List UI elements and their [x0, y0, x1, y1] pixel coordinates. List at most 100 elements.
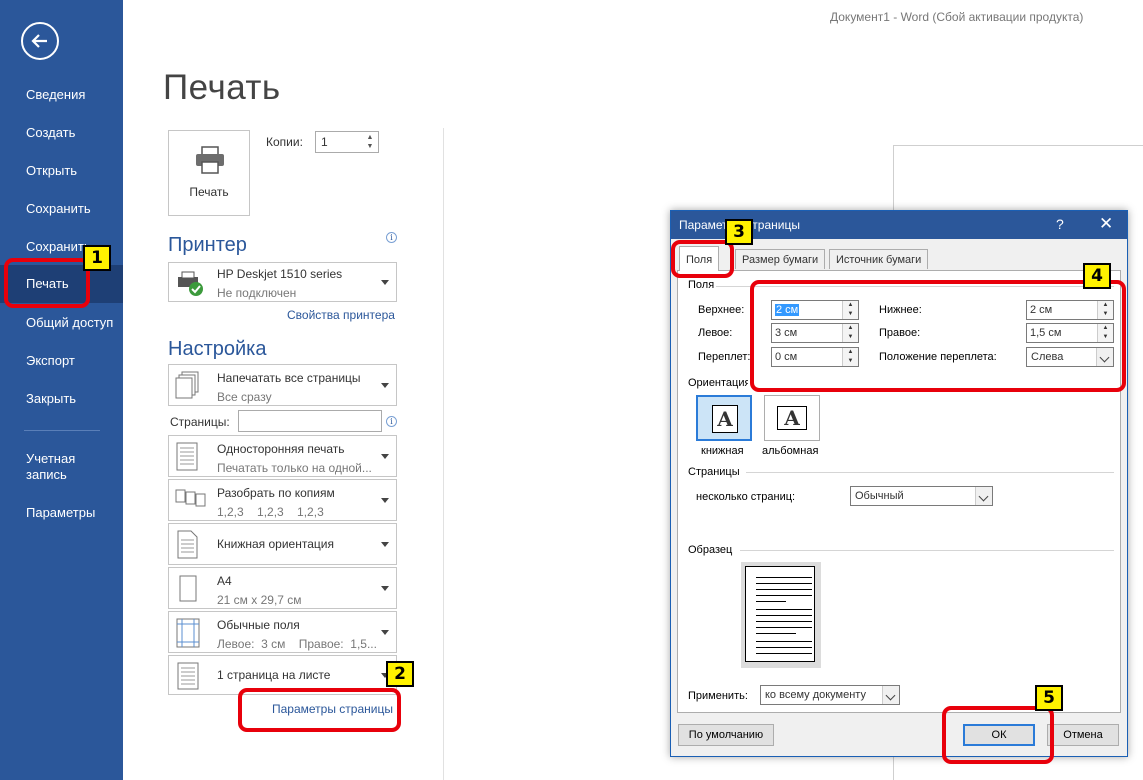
copies-stepper[interactable]: 1 ▲ ▼: [315, 131, 379, 153]
multiple-pages-label: несколько страниц:: [696, 491, 796, 503]
nav-item-share[interactable]: Общий доступ: [0, 314, 123, 332]
callout-highlight-print: [4, 258, 90, 308]
collate-subtitle: 1,2,3 1,2,3 1,2,3: [217, 505, 324, 519]
callout-badge-1: 1: [83, 245, 111, 271]
print-range-title: Напечатать все страницы: [217, 371, 361, 385]
chevron-down-icon: [882, 686, 899, 704]
apply-to-label: Применить:: [688, 690, 748, 702]
chevron-down-icon: [975, 487, 992, 505]
copies-label: Копии:: [266, 135, 303, 149]
orientation-dropdown[interactable]: Книжная ориентация: [168, 523, 397, 565]
callout-badge-2: 2: [386, 661, 414, 687]
nav-item-close[interactable]: Закрыть: [0, 390, 123, 408]
paper-size-dropdown[interactable]: A4 21 см x 29,7 см: [168, 567, 397, 609]
sample-group-label: Образец: [688, 544, 733, 556]
chevron-down-icon: [381, 498, 389, 503]
nav-item-open[interactable]: Открыть: [0, 162, 123, 180]
chevron-down-icon: [381, 542, 389, 547]
callout-badge-4: 4: [1083, 263, 1111, 289]
margins-title: Обычные поля: [217, 618, 300, 632]
info-icon[interactable]: i: [386, 416, 397, 427]
apply-to-select[interactable]: ко всему документу: [760, 685, 900, 705]
backstage-nav: Сведения Создать Открыть Сохранить Сохра…: [0, 0, 123, 780]
portrait-label: книжная: [701, 445, 744, 457]
close-icon[interactable]: ✕: [1099, 214, 1113, 234]
sample-page: [745, 566, 815, 662]
window-title: Документ1 - Word (Сбой активации продукт…: [830, 10, 1084, 24]
set-default-button[interactable]: По умолчанию: [678, 724, 774, 746]
callout-highlight-margin-fields: [750, 280, 1126, 392]
settings-section-title: Настройка: [168, 338, 267, 360]
callout-highlight-page-setup: [238, 688, 401, 732]
group-divider: [746, 472, 1114, 473]
nav-item-account-line2[interactable]: запись: [0, 466, 123, 484]
margins-subtitle: Левое: 3 см Правое: 1,5...: [217, 637, 377, 651]
cancel-button[interactable]: Отмена: [1047, 724, 1119, 746]
sides-title: Односторонняя печать: [217, 442, 345, 456]
tab-paper-source[interactable]: Источник бумаги: [829, 249, 929, 269]
print-range-dropdown[interactable]: Напечатать все страницы Все сразу: [168, 364, 397, 406]
portrait-button[interactable]: A: [696, 395, 752, 441]
print-range-subtitle: Все сразу: [217, 390, 272, 404]
pages-group-label: Страницы: [688, 466, 740, 478]
printer-dropdown[interactable]: HP Deskjet 1510 series Не подключен: [168, 262, 397, 302]
portrait-icon: A: [712, 405, 738, 433]
info-icon[interactable]: i: [386, 232, 397, 243]
page-title: Печать: [163, 68, 281, 107]
print-button-label: Печать: [189, 185, 229, 199]
print-button[interactable]: Печать: [168, 130, 250, 216]
paper-size-subtitle: 21 см x 29,7 см: [217, 593, 302, 607]
group-divider: [740, 550, 1114, 551]
sample-preview: [741, 562, 821, 668]
chevron-down-icon: [381, 586, 389, 591]
back-arrow-icon[interactable]: [21, 22, 59, 60]
panel-divider: [443, 128, 444, 780]
margins-group-label: Поля: [688, 279, 715, 291]
callout-highlight-margins-tab: [671, 240, 734, 278]
chevron-down-icon: [381, 630, 389, 635]
sides-dropdown[interactable]: Односторонняя печать Печатать только на …: [168, 435, 397, 477]
printer-name: HP Deskjet 1510 series: [217, 267, 343, 281]
printer-section-title: Принтер: [168, 234, 247, 256]
collate-title: Разобрать по копиям: [217, 486, 335, 500]
paper-size-icon: [179, 575, 197, 602]
tab-paper-size[interactable]: Размер бумаги: [735, 249, 826, 269]
landscape-icon: A: [777, 406, 807, 430]
top-margin-label: Верхнее:: [698, 304, 745, 316]
copies-value: 1: [321, 135, 328, 149]
callout-badge-5: 5: [1035, 685, 1063, 711]
margins-icon: [176, 618, 200, 648]
callout-highlight-ok: [942, 706, 1054, 764]
nav-item-save[interactable]: Сохранить: [0, 200, 123, 218]
nav-item-info[interactable]: Сведения: [0, 86, 123, 104]
collate-icon: [175, 489, 206, 507]
help-icon[interactable]: ?: [1056, 216, 1064, 232]
sides-subtitle: Печатать только на одной...: [217, 461, 372, 475]
printer-status-icon: [178, 271, 203, 296]
pages-per-sheet-icon: [177, 662, 199, 690]
copies-spin-icon[interactable]: ▲ ▼: [364, 133, 376, 151]
pages-per-sheet-title: 1 страница на листе: [217, 668, 331, 682]
pages-label: Страницы:: [170, 415, 230, 429]
pages-input[interactable]: [238, 410, 382, 432]
nav-item-new[interactable]: Создать: [0, 124, 123, 142]
multiple-pages-value: Обычный: [855, 490, 904, 502]
paper-size-title: A4: [217, 574, 232, 588]
printer-properties-link[interactable]: Свойства принтера: [287, 308, 395, 322]
nav-item-options[interactable]: Параметры: [0, 504, 123, 522]
orientation-title: Книжная ориентация: [217, 537, 334, 551]
collate-dropdown[interactable]: Разобрать по копиям 1,2,3 1,2,3 1,2,3: [168, 479, 397, 521]
portrait-orientation-icon: [177, 530, 198, 559]
landscape-button[interactable]: A: [764, 395, 820, 441]
chevron-down-icon: [381, 454, 389, 459]
pages-stack-icon: [175, 371, 199, 399]
printer-icon: [196, 146, 224, 174]
nav-divider: [24, 430, 100, 431]
margins-dropdown[interactable]: Обычные поля Левое: 3 см Правое: 1,5...: [168, 611, 397, 653]
chevron-down-icon: [381, 383, 389, 388]
chevron-down-icon: [381, 280, 389, 285]
orientation-group-label: Ориентация: [688, 377, 748, 389]
one-sided-icon: [176, 442, 198, 471]
nav-item-export[interactable]: Экспорт: [0, 352, 123, 370]
multiple-pages-select[interactable]: Обычный: [850, 486, 993, 506]
